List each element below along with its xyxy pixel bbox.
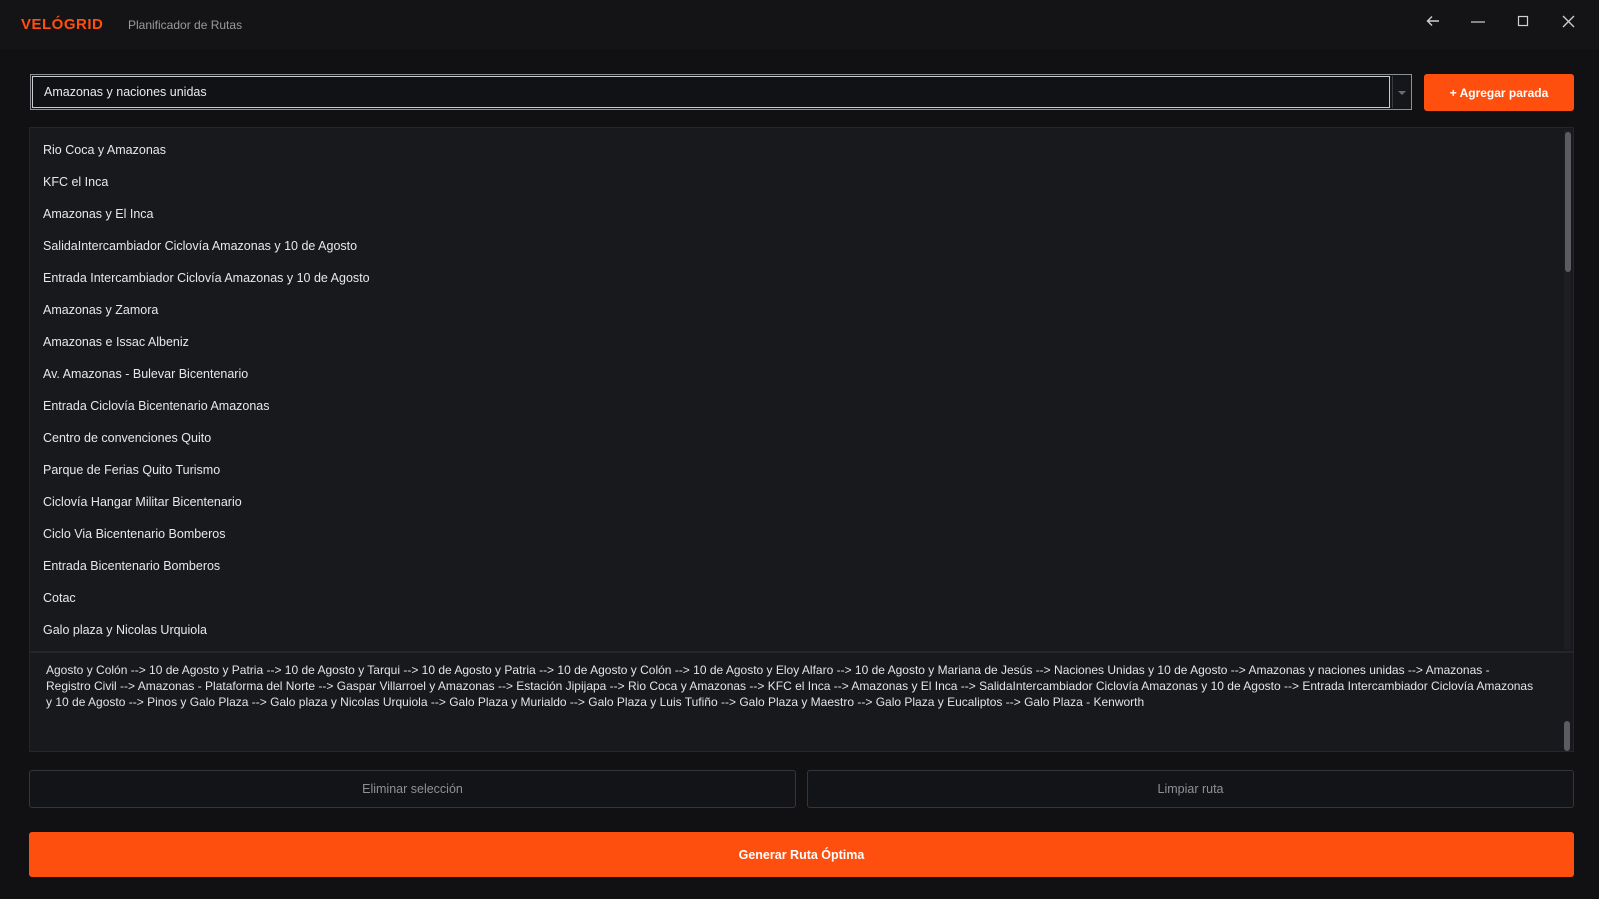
- list-item[interactable]: KFC el Inca: [43, 175, 108, 189]
- app-subtitle: Planificador de Rutas: [128, 18, 243, 32]
- back-button[interactable]: [1416, 10, 1450, 32]
- clear-route-button[interactable]: Limpiar ruta: [807, 770, 1574, 808]
- list-item[interactable]: Av. Amazonas - Bulevar Bicentenario: [43, 367, 248, 381]
- chevron-down-icon: [1397, 83, 1407, 101]
- list-item[interactable]: Entrada Ciclovía Bicentenario Amazonas: [43, 399, 270, 413]
- list-item[interactable]: Entrada Intercambiador Ciclovía Amazonas…: [43, 271, 370, 285]
- app-logo: VELÓGRID: [21, 16, 104, 33]
- close-button[interactable]: [1551, 10, 1585, 32]
- list-item[interactable]: SalidaIntercambiador Ciclovía Amazonas y…: [43, 239, 357, 253]
- stop-combobox[interactable]: [30, 74, 1412, 110]
- maximize-icon: [1517, 15, 1529, 27]
- list-item[interactable]: Galo plaza y Nicolas Urquiola: [43, 623, 207, 637]
- remove-selection-button[interactable]: Eliminar selección: [29, 770, 796, 808]
- route-output[interactable]: Agosto y Colón --> 10 de Agosto y Patria…: [29, 652, 1574, 752]
- list-item[interactable]: Cotac: [43, 591, 76, 605]
- list-item[interactable]: Ciclo Via Bicentenario Bomberos: [43, 527, 226, 541]
- maximize-button[interactable]: [1506, 10, 1540, 32]
- minimize-icon: [1470, 15, 1486, 27]
- add-stop-button[interactable]: + Agregar parada: [1424, 74, 1574, 111]
- minimize-button[interactable]: [1461, 10, 1495, 32]
- arrow-left-icon: [1426, 15, 1440, 27]
- close-icon: [1562, 15, 1575, 28]
- list-item[interactable]: Parque de Ferias Quito Turismo: [43, 463, 220, 477]
- list-item[interactable]: Amazonas e Issac Albeniz: [43, 335, 189, 349]
- list-item[interactable]: Ciclovía Hangar Militar Bicentenario: [43, 495, 242, 509]
- stop-search-input[interactable]: [32, 76, 1390, 108]
- generate-route-button[interactable]: Generar Ruta Óptima: [29, 832, 1574, 877]
- list-item[interactable]: Rio Coca y Amazonas: [43, 143, 166, 157]
- list-item[interactable]: Amazonas y El Inca: [43, 207, 153, 221]
- stops-scrollbar-thumb[interactable]: [1565, 132, 1571, 272]
- title-bar: VELÓGRID Planificador de Rutas: [0, 0, 1599, 49]
- route-text: Agosto y Colón --> 10 de Agosto y Patria…: [46, 663, 1534, 709]
- route-scrollbar-thumb[interactable]: [1564, 721, 1570, 751]
- dropdown-toggle[interactable]: [1392, 76, 1410, 108]
- stops-list[interactable]: Rio Coca y Amazonas KFC el Inca Amazonas y…: [29, 127, 1574, 652]
- list-item[interactable]: Centro de convenciones Quito: [43, 431, 211, 445]
- list-item[interactable]: Amazonas y Zamora: [43, 303, 158, 317]
- list-item[interactable]: Entrada Bicentenario Bomberos: [43, 559, 220, 573]
